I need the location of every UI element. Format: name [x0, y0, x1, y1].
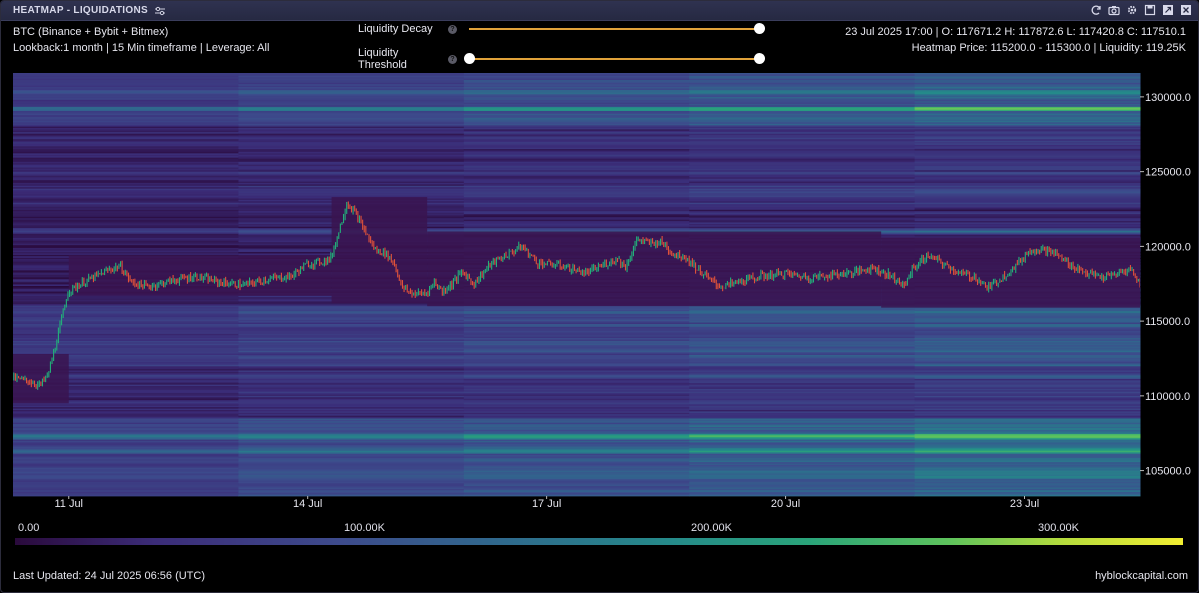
- liquidity-threshold-min-handle[interactable]: [464, 53, 475, 64]
- colorbar-label: 200.00K: [691, 522, 732, 534]
- heatmap-row-segment: [463, 494, 690, 497]
- x-tick-label: 14 Jul: [293, 498, 322, 510]
- camera-icon[interactable]: [1108, 4, 1120, 16]
- liquidity-decay-handle[interactable]: [754, 23, 765, 34]
- y-tick-label: 125000.0: [1145, 167, 1191, 179]
- colorbar-labels: 0.00 100.00K 200.00K 300.00K: [1, 522, 1198, 536]
- y-tick-label: 105000.0: [1145, 466, 1191, 478]
- refresh-icon[interactable]: [1090, 4, 1102, 16]
- liquidity-threshold-control: Liquidity Threshold ?: [358, 47, 765, 71]
- heatmap-price-line: Heatmap Price: 115200.0 - 115300.0 | Liq…: [911, 42, 1186, 54]
- gear-icon[interactable]: [1126, 4, 1138, 16]
- heatmap-row-segment: [914, 494, 1141, 497]
- close-icon[interactable]: [1180, 4, 1192, 16]
- y-tick-label: 110000.0: [1145, 391, 1190, 403]
- heatmap-chart[interactable]: 105000.0 110000.0 115000.0 120000.0 125000.0…: [1, 73, 1199, 513]
- heatmap-row-segment: [238, 494, 465, 497]
- info-right: 23 Jul 2025 17:00 | O: 117671.2 H: 11787…: [845, 24, 1186, 56]
- colorbar-label: 100.00K: [344, 522, 385, 534]
- symbol-line: BTC (Binance + Bybit + Bitmex): [13, 26, 169, 38]
- liquidity-decay-slider[interactable]: [469, 23, 765, 34]
- x-tick-label: 11 Jul: [54, 498, 83, 510]
- x-axis: 11 Jul 14 Jul 17 Jul 20 Jul 23 Jul: [54, 496, 1039, 510]
- help-icon[interactable]: ?: [448, 24, 457, 34]
- help-icon[interactable]: ?: [448, 54, 457, 64]
- ohlc-line: 23 Jul 2025 17:00 | O: 117671.2 H: 11787…: [845, 26, 1186, 38]
- heatmap-window: HEATMAP - LIQUIDATIONS BTC (Binance + By…: [0, 0, 1199, 593]
- y-tick-label: 115000.0: [1145, 316, 1190, 328]
- window-titlebar: HEATMAP - LIQUIDATIONS: [1, 1, 1198, 21]
- liquidity-threshold-max-handle[interactable]: [754, 53, 765, 64]
- x-tick-label: 17 Jul: [532, 498, 561, 510]
- brand-link[interactable]: hyblockcapital.com: [1095, 570, 1188, 582]
- y-tick-label: 120000.0: [1145, 241, 1191, 253]
- expand-icon[interactable]: [1162, 4, 1174, 16]
- colorbar: [15, 538, 1183, 545]
- liquidity-decay-label: Liquidity Decay: [358, 23, 433, 35]
- y-tick-label: 130000.0: [1145, 92, 1191, 104]
- heatmap-row-segment: [13, 494, 239, 497]
- heatmap-bands: [13, 73, 1141, 497]
- last-updated: Last Updated: 24 Jul 2025 06:56 (UTC): [13, 570, 206, 582]
- save-icon[interactable]: [1144, 4, 1156, 16]
- settings-line: Lookback:1 month | 15 Min timeframe | Le…: [13, 42, 270, 54]
- heatmap-row-segment: [689, 494, 916, 497]
- liquidity-threshold-label: Liquidity Threshold: [358, 47, 407, 71]
- y-axis: 105000.0 110000.0 115000.0 120000.0 125000.0…: [1140, 92, 1191, 478]
- sliders-icon[interactable]: [154, 5, 166, 17]
- liquidity-decay-control: Liquidity Decay ?: [358, 23, 765, 35]
- liquidated-zone: [331, 197, 428, 304]
- window-toolbar: [1090, 4, 1192, 16]
- x-tick-label: 23 Jul: [1010, 498, 1039, 510]
- colorbar-label: 300.00K: [1038, 522, 1079, 534]
- x-tick-label: 20 Jul: [771, 498, 800, 510]
- colorbar-label: 0.00: [18, 522, 40, 534]
- window-title: HEATMAP - LIQUIDATIONS: [13, 5, 148, 16]
- liquidity-threshold-slider[interactable]: [464, 53, 765, 64]
- info-left: BTC (Binance + Bybit + Bitmex) Lookback:…: [13, 24, 269, 56]
